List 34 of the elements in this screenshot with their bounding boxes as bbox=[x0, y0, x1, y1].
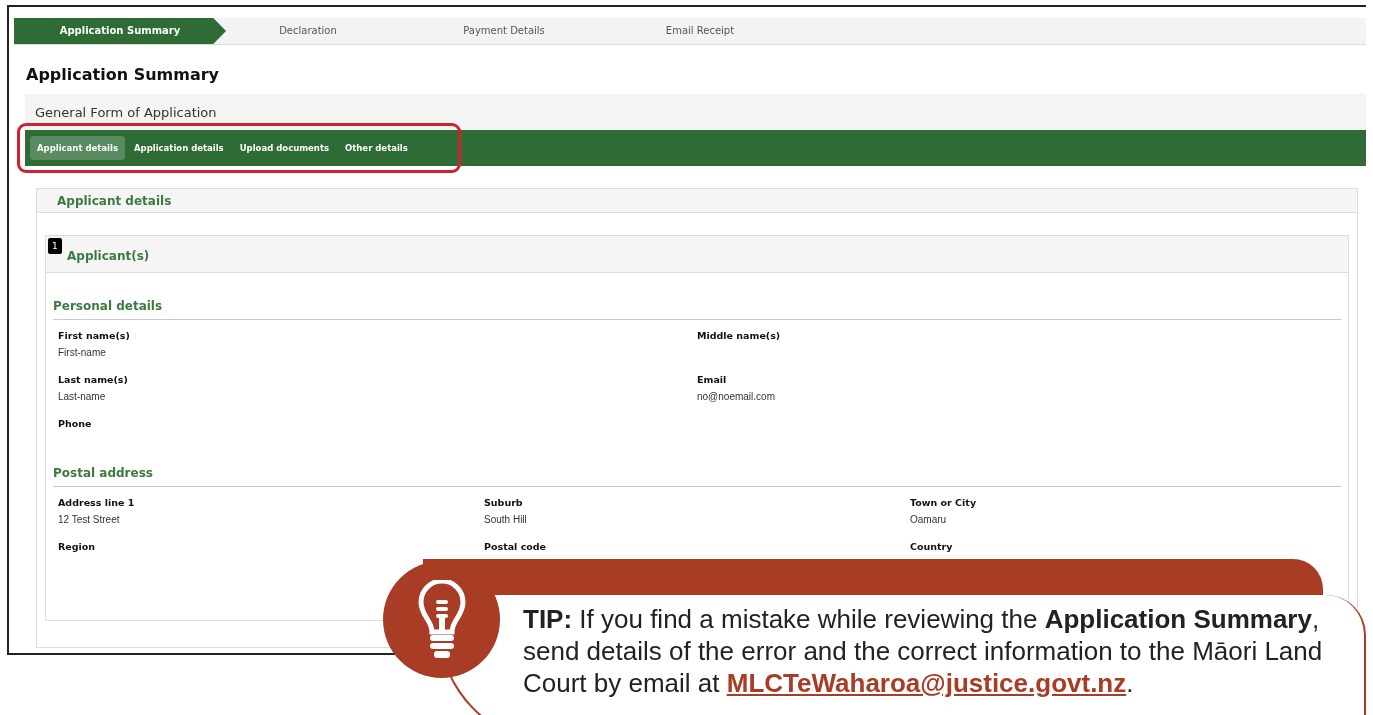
field-label: Last name(s) bbox=[58, 374, 129, 385]
group-title: Postal address bbox=[53, 466, 1341, 487]
tip-text: TIP: If you find a mistake while reviewing the Application Summary, send details of the error and the correct information to the Māori Land Court by email at MLCTeWaharoa@justice.govt.nz. bbox=[523, 603, 1324, 699]
field-label: First name(s) bbox=[58, 330, 131, 341]
step-tab[interactable]: Application Summary bbox=[14, 18, 226, 44]
field-label: Suburb bbox=[484, 497, 524, 508]
group-title: Personal details bbox=[53, 299, 1341, 320]
field-label: Country bbox=[910, 541, 954, 552]
step-tab[interactable]: Email Receipt bbox=[602, 18, 798, 44]
field-value: 12 Test Street bbox=[58, 514, 121, 525]
field-label: Middle name(s) bbox=[697, 330, 782, 341]
section-title: Applicant details bbox=[57, 193, 172, 208]
field-value: First-name bbox=[58, 347, 107, 358]
email-link[interactable]: MLCTeWaharoa@justice.govt.nz bbox=[726, 668, 1127, 698]
applicant-title: Applicant(s) bbox=[67, 249, 150, 263]
field-label: Town or City bbox=[910, 497, 978, 508]
section-tab[interactable]: Application details bbox=[126, 136, 231, 160]
field-label: Email bbox=[697, 374, 728, 385]
field-value: Last-name bbox=[58, 391, 107, 402]
field-label: Postal code bbox=[484, 541, 548, 552]
form-title: General Form of Application bbox=[35, 104, 217, 120]
light-bulb-icon bbox=[416, 579, 467, 660]
field-value: Oamaru bbox=[910, 514, 948, 525]
field-label: Region bbox=[58, 541, 97, 552]
step-tab[interactable]: Payment Details bbox=[406, 18, 602, 44]
section-tab[interactable]: Upload documents bbox=[232, 136, 337, 160]
field-value: no@noemail.com bbox=[697, 391, 776, 402]
section-tab[interactable]: Other details bbox=[338, 136, 415, 160]
field-label: Address line 1 bbox=[58, 497, 136, 508]
page-title: Application Summary bbox=[26, 65, 220, 84]
applicant-count: 1 bbox=[48, 238, 62, 254]
field-label: Phone bbox=[58, 418, 93, 429]
section-tab[interactable]: Applicant details bbox=[30, 136, 125, 160]
field-value: South Hill bbox=[484, 514, 528, 525]
